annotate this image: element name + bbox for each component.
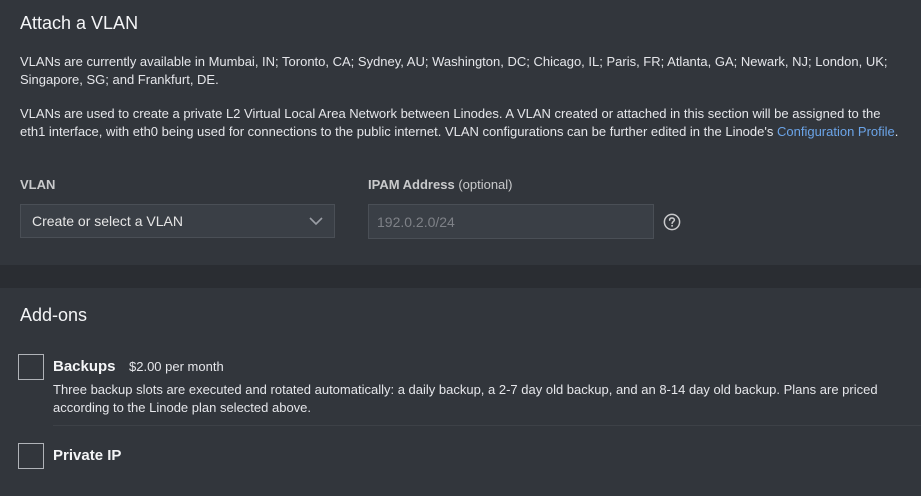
vlan-section-title: Attach a VLAN: [20, 13, 139, 33]
vlan-description-body: VLANs are used to create a private L2 Vi…: [20, 106, 881, 139]
section-divider: [0, 265, 921, 288]
backups-description: Three backup slots are executed and rota…: [53, 382, 878, 415]
configuration-profile-link[interactable]: Configuration Profile: [777, 124, 895, 139]
vlan-description-text: VLANs are used to create a private L2 Vi…: [20, 105, 905, 141]
ipam-label-text: IPAM Address: [368, 177, 455, 192]
backups-price: $2.00 per month: [129, 359, 224, 374]
backups-label: Backups: [53, 358, 116, 375]
vlan-section: Attach a VLAN VLANs are currently availa…: [0, 0, 921, 265]
addon-divider: [53, 425, 921, 426]
vlan-select[interactable]: Create or select a VLAN: [20, 204, 335, 238]
ipam-optional-text: (optional): [458, 177, 513, 192]
ipam-field-label: IPAM Address (optional): [368, 177, 513, 192]
ipam-address-input[interactable]: [368, 204, 654, 239]
help-circle-icon[interactable]: [663, 213, 681, 231]
vlan-description-period: .: [894, 124, 899, 139]
private-ip-checkbox[interactable]: [18, 443, 44, 469]
vlan-select-value: Create or select a VLAN: [32, 213, 183, 229]
backups-checkbox[interactable]: [18, 354, 44, 380]
addons-section-title: Add-ons: [20, 305, 88, 325]
chevron-down-icon: [309, 217, 323, 226]
vlan-field-label: VLAN: [20, 177, 56, 192]
vlan-availability-text: VLANs are currently available in Mumbai,…: [20, 54, 888, 87]
private-ip-label: Private IP: [53, 447, 122, 464]
